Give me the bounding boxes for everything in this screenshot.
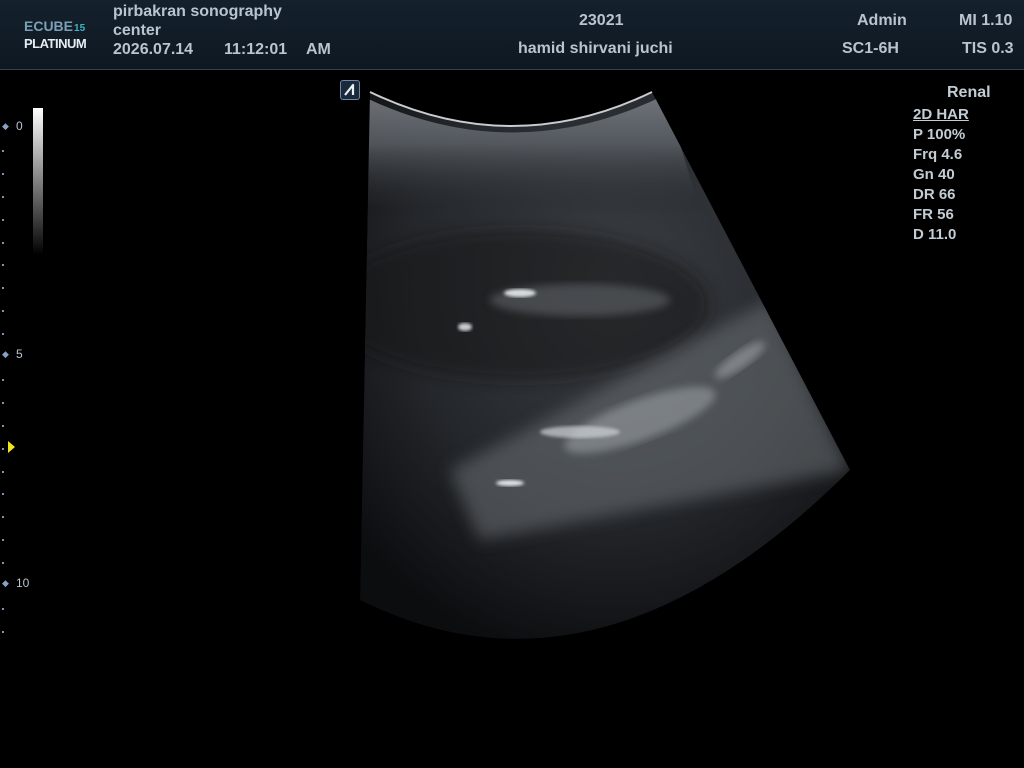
depth-minor-tick <box>2 173 4 175</box>
depth-major-marker: ◆ <box>2 578 9 588</box>
grayscale-map-bar <box>33 108 43 255</box>
depth-minor-tick <box>2 287 4 289</box>
depth-minor-tick <box>2 242 4 244</box>
depth-label-5: 5 <box>16 347 23 361</box>
exam-time: 11:12:01 <box>224 41 288 58</box>
depth-minor-tick <box>2 219 4 221</box>
depth-major-marker: ◆ <box>2 349 9 359</box>
depth-value: D 11.0 <box>913 226 957 243</box>
logo-model-number: 15 <box>74 23 86 34</box>
depth-label-0: 0 <box>16 119 23 133</box>
patient-id: 23021 <box>579 12 624 29</box>
institution-name-line2: center <box>113 22 162 39</box>
depth-minor-tick <box>2 425 4 427</box>
depth-minor-tick <box>2 562 4 564</box>
orientation-marker <box>340 80 360 100</box>
frequency-value: Frq 4.6 <box>913 146 963 163</box>
exam-preset: Renal <box>947 84 991 101</box>
operator-name: Admin <box>857 12 907 29</box>
depth-minor-tick <box>2 516 4 518</box>
probe-name: SC1-6H <box>842 40 899 57</box>
depth-minor-tick <box>2 493 4 495</box>
depth-major-marker: ◆ <box>2 121 9 131</box>
depth-minor-tick <box>2 539 4 541</box>
header-bar: ECUBE15 PLATINUM pirbakran sonography ce… <box>0 0 1024 70</box>
frame-rate-value: FR 56 <box>913 206 954 223</box>
exam-date: 2026.07.14 <box>113 41 194 58</box>
imaging-mode: 2D HAR <box>913 106 969 123</box>
depth-label-10: 10 <box>16 576 30 590</box>
ultrasound-screen: ECUBE15 PLATINUM pirbakran sonography ce… <box>0 0 1024 768</box>
depth-minor-tick <box>2 264 4 266</box>
institution-name-line1: pirbakran sonography <box>113 3 282 20</box>
ultrasound-image <box>360 91 850 639</box>
mechanical-index: MI 1.10 <box>959 12 1013 29</box>
depth-minor-tick <box>2 631 4 633</box>
exam-time-ampm: AM <box>306 41 331 58</box>
patient-name: hamid shirvani juchi <box>518 40 673 57</box>
orientation-a-icon <box>344 83 355 96</box>
sector-scan <box>360 92 850 639</box>
depth-minor-tick <box>2 150 4 152</box>
logo-edition: PLATINUM <box>24 36 87 51</box>
depth-minor-tick <box>2 310 4 312</box>
depth-minor-tick <box>2 448 4 450</box>
power-value: P 100% <box>913 126 966 143</box>
depth-minor-tick <box>2 379 4 381</box>
focus-marker[interactable] <box>8 441 15 453</box>
depth-minor-tick <box>2 333 4 335</box>
dynamic-range-value: DR 66 <box>913 186 956 203</box>
gain-value: Gn 40 <box>913 166 955 183</box>
logo-brand: ECUBE <box>24 18 74 34</box>
device-logo: ECUBE15 <box>24 18 85 34</box>
depth-minor-tick <box>2 471 4 473</box>
depth-minor-tick <box>2 402 4 404</box>
depth-minor-tick <box>2 608 4 610</box>
depth-minor-tick <box>2 196 4 198</box>
thermal-index: TIS 0.3 <box>962 40 1014 57</box>
